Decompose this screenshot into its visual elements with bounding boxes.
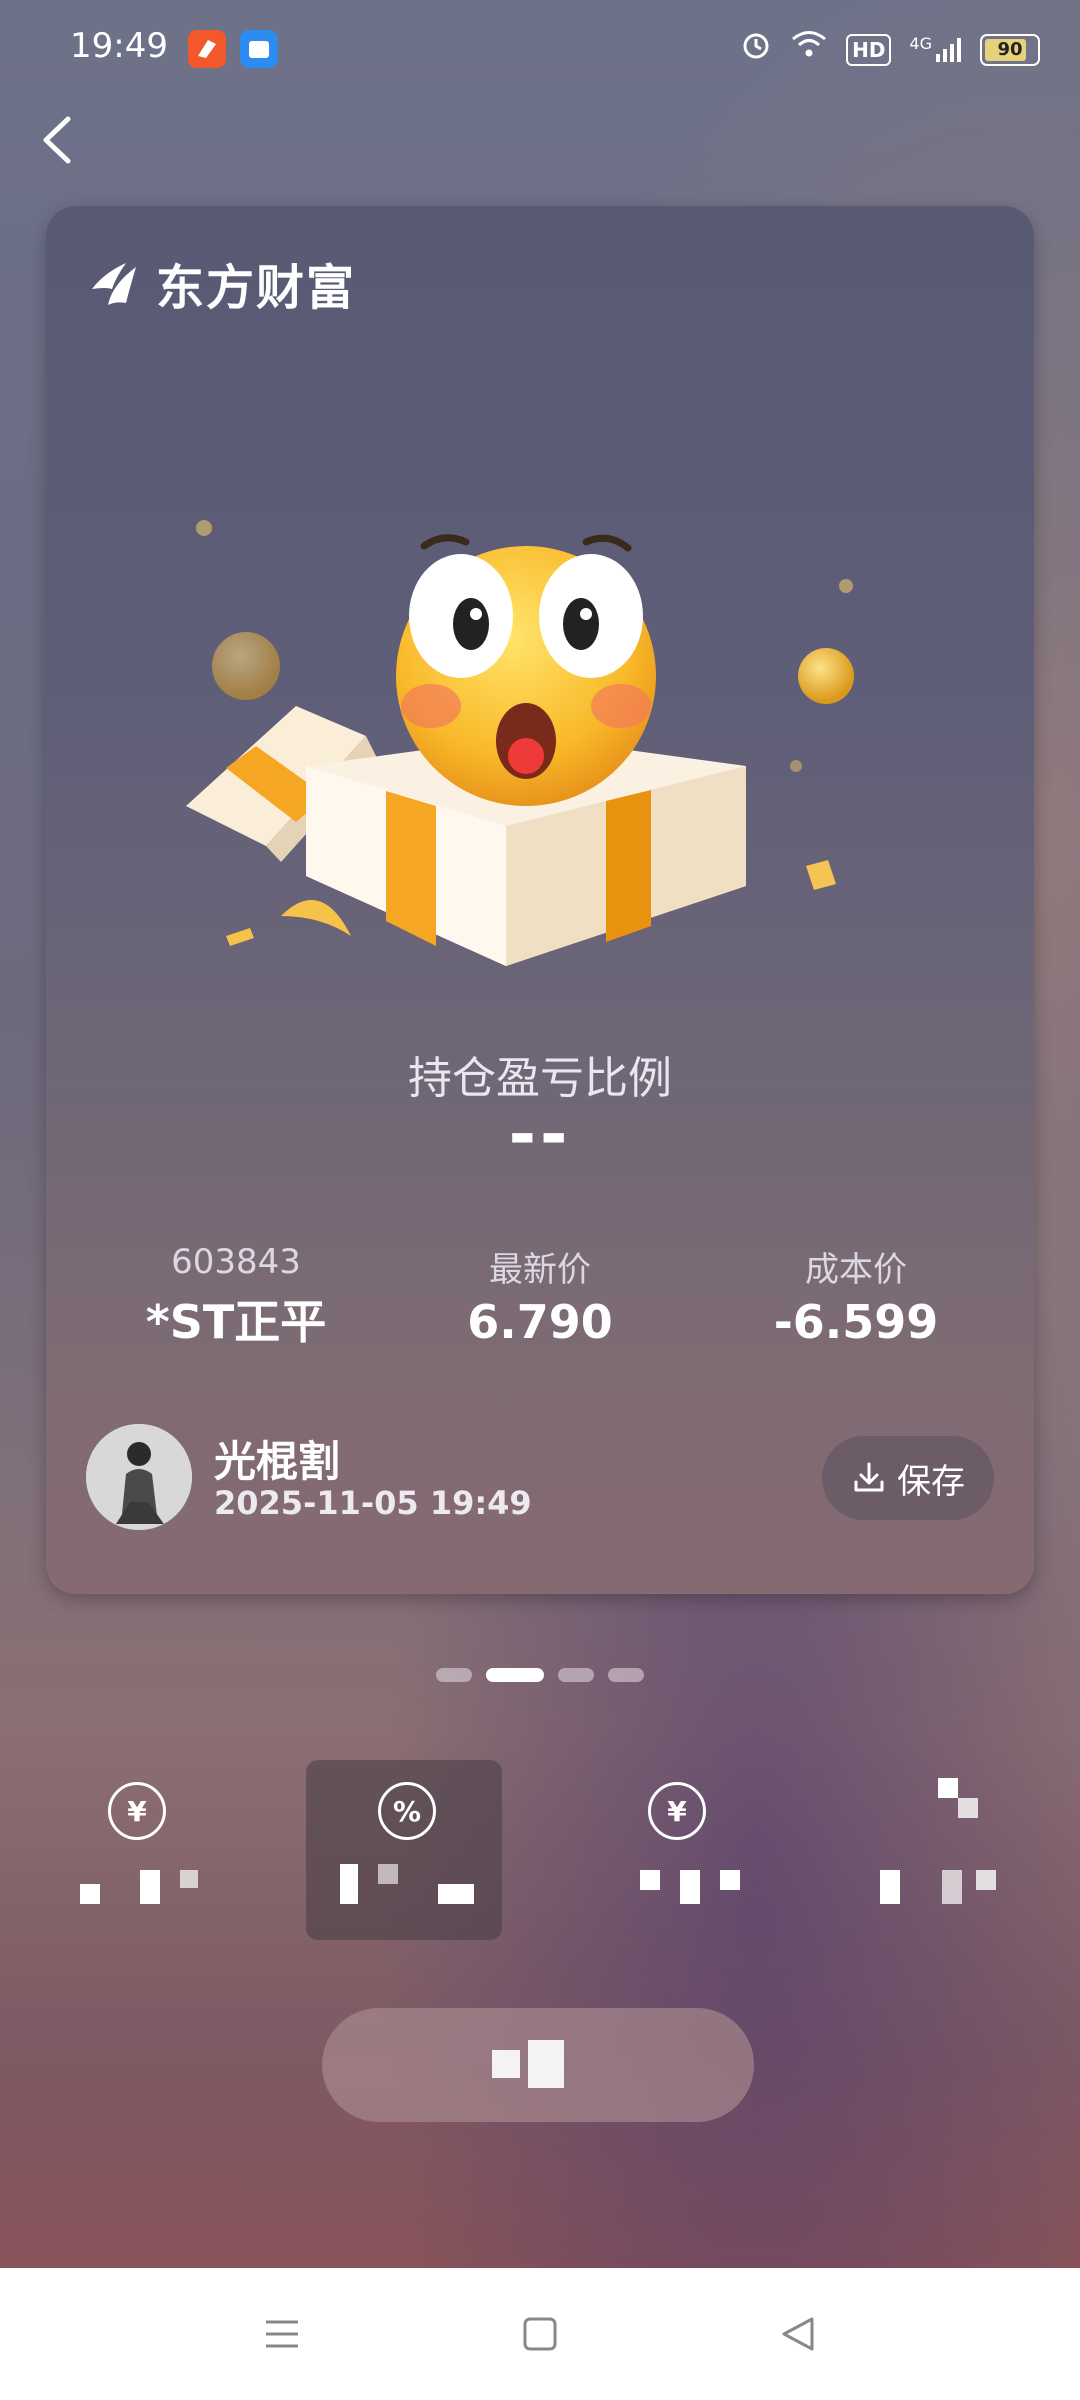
position-share-card: 东方财富 持仓盈亏比例 -- 603843 *ST正平 最新价 6.790 成本… — [46, 206, 1034, 1594]
option-ratio[interactable] — [846, 1760, 1042, 1940]
cost-price: 成本价 -6.599 — [706, 1242, 1006, 1349]
ratio-value: -- — [508, 1096, 572, 1173]
avatar — [86, 1424, 192, 1530]
battery-icon: 90 — [980, 33, 1040, 66]
mosaic-block — [80, 1884, 100, 1904]
battery-text: 90 — [997, 39, 1023, 60]
wifi-icon — [790, 29, 828, 70]
latest-price-label: 最新价 — [489, 1250, 591, 1290]
mosaic-block — [528, 2040, 564, 2088]
user-row: 光棍割 2025-11-05 19:49 保存 — [86, 1424, 994, 1534]
latest-price-value: 6.790 — [467, 1295, 613, 1349]
share-button[interactable] — [322, 2008, 754, 2122]
pager-dot — [436, 1668, 472, 1682]
option-percent[interactable]: % — [306, 1760, 502, 1940]
mosaic-block — [438, 1884, 474, 1904]
back-button[interactable] — [30, 105, 90, 175]
mosaic-block — [880, 1870, 900, 1904]
status-time: 19:49 — [70, 26, 168, 66]
cost-price-value: -6.599 — [773, 1295, 939, 1349]
home-button[interactable] — [510, 2304, 570, 2364]
stock-code: 603843 — [171, 1242, 301, 1282]
card-pager — [0, 1668, 1080, 1682]
save-button[interactable]: 保存 — [822, 1436, 994, 1520]
menu-icon — [266, 2320, 298, 2348]
triangle-back-icon — [782, 2317, 814, 2351]
option-amount[interactable]: ¥ — [36, 1760, 232, 1940]
back-nav-button[interactable] — [768, 2304, 828, 2364]
mosaic-block — [680, 1870, 700, 1904]
yuan-circle-icon: ¥ — [108, 1782, 166, 1840]
app-notification-icon — [188, 30, 226, 68]
user-name: 光棍割 — [214, 1437, 341, 1486]
latest-price: 最新价 6.790 — [390, 1242, 690, 1349]
square-home-icon — [523, 2317, 557, 2351]
percent-circle-icon: % — [378, 1782, 436, 1840]
surprised-emoji-giftbox-illustration — [186, 520, 854, 966]
pager-dot — [608, 1668, 644, 1682]
mosaic-block — [180, 1870, 198, 1888]
stock-stats: 603843 *ST正平 最新价 6.790 成本价 -6.599 — [46, 1242, 1034, 1352]
cost-price-label: 成本价 — [805, 1250, 907, 1290]
mosaic-block — [640, 1870, 660, 1890]
mosaic-block — [378, 1864, 398, 1884]
mosaic-block — [942, 1870, 962, 1904]
network-label: 4G — [909, 33, 932, 53]
pager-dot — [558, 1668, 594, 1682]
option-cost[interactable]: ¥ — [576, 1760, 772, 1940]
app-notification-icon — [240, 30, 278, 68]
stock-info: 603843 *ST正平 — [86, 1242, 386, 1352]
status-bar: 19:49 HD 4G 90 — [0, 0, 1080, 96]
mosaic-block — [140, 1870, 160, 1904]
stock-name: *ST正平 — [145, 1295, 327, 1349]
alarm-icon — [740, 28, 772, 71]
download-icon — [854, 1462, 884, 1492]
mosaic-block — [976, 1870, 996, 1890]
pager-dot — [486, 1668, 544, 1682]
chevron-left-icon — [43, 116, 71, 164]
system-nav-bar — [0, 2268, 1080, 2400]
user-avatar-image — [86, 1424, 192, 1530]
brand-logo-icon — [92, 263, 136, 305]
mosaic-block — [340, 1864, 358, 1904]
mosaic-block — [492, 2050, 520, 2078]
yuan-clock-icon: ¥ — [648, 1782, 706, 1840]
menu-button[interactable] — [252, 2304, 312, 2364]
share-time: 2025-11-05 19:49 — [214, 1484, 532, 1522]
hd-icon: HD — [846, 33, 892, 66]
share-style-options: ¥ % ¥ — [0, 1760, 1080, 1940]
brand: 东方财富 — [86, 248, 356, 318]
brand-name: 东方财富 — [156, 260, 357, 316]
mosaic-block — [720, 1870, 740, 1890]
signal-icon: 4G — [909, 33, 962, 64]
mosaic-block — [958, 1798, 978, 1818]
save-label: 保存 — [897, 1461, 965, 1502]
mosaic-block — [938, 1778, 958, 1798]
